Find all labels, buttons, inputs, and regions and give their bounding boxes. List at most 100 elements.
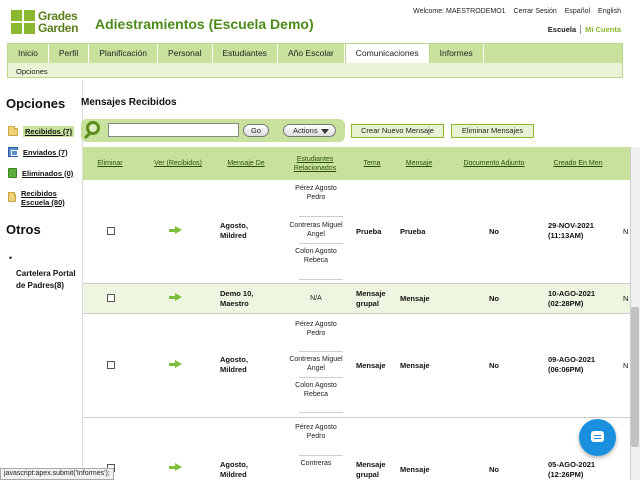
divider <box>299 455 343 456</box>
col-eliminar[interactable]: Eliminar <box>89 147 131 180</box>
gradesgarden-logo[interactable]: Grades Garden <box>11 10 81 36</box>
status-bar: javascript:apex.submit('Informes'); <box>0 468 114 480</box>
attachment-cell: No <box>489 227 499 236</box>
sidebar-item-label: Recibidos (7) <box>23 126 75 137</box>
logo-text: Grades Garden <box>38 9 79 35</box>
search-icon[interactable] <box>86 121 100 135</box>
school-title: Adiestramientos (Escuela Demo) <box>95 16 314 32</box>
created-cell: 29-NOV-2021 (11:13AM) <box>548 221 594 240</box>
scroll-thumb[interactable] <box>631 307 639 447</box>
student-name: Contreras Miguel Angel <box>289 222 343 238</box>
message-cell: Mensaje <box>400 465 430 474</box>
table-row: Agosto, Mildred Pérez Agosto Pedro Contr… <box>83 418 640 480</box>
divider <box>299 377 343 378</box>
sidebar-item-recibidos[interactable]: Recibidos (7) <box>8 125 75 137</box>
sidebar-heading: Opciones <box>6 96 66 111</box>
subnav-opciones[interactable]: Opciones <box>16 67 48 76</box>
actions-menu-button[interactable]: Actions <box>283 124 336 137</box>
delete-checkbox[interactable] <box>107 294 115 302</box>
tab-planificacion[interactable]: Planificación <box>89 44 158 63</box>
page-title: Mensajes Recibidos <box>81 97 177 108</box>
student-name: Pérez Agosto Pedro <box>295 424 337 440</box>
attachment-cell: No <box>489 361 499 370</box>
main-nav: Inicio Perfil Planificación Personal Est… <box>7 43 623 78</box>
divider <box>299 243 343 244</box>
sidebar-item-label: Enviados (7) <box>23 147 68 157</box>
arrow-right-icon[interactable] <box>169 360 182 369</box>
tab-inicio[interactable]: Inicio <box>8 44 49 63</box>
from-cell: Agosto, Mildred <box>220 355 248 374</box>
tab-estudiantes[interactable]: Estudiantes <box>213 44 278 63</box>
col-tema[interactable]: Tema <box>355 147 389 180</box>
student-name: Colon Agosto Rebeca <box>295 382 337 398</box>
welcome-text: Welcome: MAESTRODEMO1 <box>413 8 506 15</box>
created-cell: 09-AGO-2021 (06:06PM) <box>548 355 596 374</box>
vertical-scrollbar[interactable] <box>630 147 640 480</box>
otros-heading: Otros <box>6 222 41 237</box>
col-creado[interactable]: Creado En Men <box>546 147 610 180</box>
cartelera-link[interactable]: Cartelera Portal de Padres(8) <box>16 268 78 292</box>
from-cell: Agosto, Mildred <box>220 221 248 240</box>
arrow-right-icon[interactable] <box>169 226 182 235</box>
sidebar-item-label: Eliminados (0) <box>22 168 74 178</box>
folder-icon <box>8 125 18 136</box>
table-row: Agosto, Mildred Pérez Agosto Pedro Contr… <box>83 314 640 418</box>
from-cell: Agosto, Mildred <box>220 460 248 479</box>
table-row: Agosto, Mildred Pérez Agosto Pedro Contr… <box>83 180 640 284</box>
sidebar-item-eliminados[interactable]: Eliminados (0) <box>8 168 73 178</box>
student-name: Contreras <box>300 460 332 467</box>
col-documento[interactable]: Documento Adjunto <box>451 147 537 180</box>
arrow-right-icon[interactable] <box>169 293 182 302</box>
folder-icon <box>8 192 16 202</box>
created-cell: 10-AGO-2021 (02:28PM) <box>548 289 596 308</box>
divider <box>299 279 343 280</box>
go-button[interactable]: Go <box>243 124 269 137</box>
mi-cuenta-link[interactable]: Mi Cuenta <box>581 25 621 34</box>
search-input[interactable] <box>108 123 239 137</box>
delete-checkbox[interactable] <box>107 361 115 369</box>
truncated-cell: N <box>623 227 629 236</box>
delete-checkbox[interactable] <box>107 227 115 235</box>
from-cell: Demo 10, Maestro <box>220 289 254 308</box>
col-mensaje[interactable]: Mensaje <box>396 147 442 180</box>
actions-label: Actions <box>293 126 318 135</box>
trash-icon <box>8 168 17 178</box>
escuela-link[interactable]: Escuela <box>548 25 582 34</box>
tab-informes[interactable]: Informes <box>430 44 484 63</box>
arrow-right-icon[interactable] <box>169 463 182 472</box>
attachment-cell: No <box>489 465 499 474</box>
sidebar-item-label: Recibidos Escuela (80) <box>20 189 65 207</box>
spanish-link[interactable]: Español <box>565 8 590 15</box>
col-estudiantes[interactable]: Estudiantes Relacionados <box>284 147 346 180</box>
message-cell: Mensaje <box>400 294 430 303</box>
student-name: Contreras Miguel Angel <box>289 356 343 372</box>
sidebar-item-recibidos-escuela[interactable]: Recibidos Escuela (80) <box>8 189 82 207</box>
student-name: N/A <box>310 295 322 302</box>
chat-bubble-icon[interactable] <box>579 419 616 456</box>
student-name: Pérez Agosto Pedro <box>295 185 337 201</box>
sidebar-item-enviados[interactable]: Enviados (7) <box>8 147 68 157</box>
col-mensaje-de[interactable]: Mensaje De <box>221 147 271 180</box>
english-link[interactable]: English <box>598 8 621 15</box>
create-message-button[interactable]: Crear Nuevo Mensaje <box>351 124 444 138</box>
attachment-cell: No <box>489 294 499 303</box>
delete-messages-button[interactable]: Eliminar Mensajes <box>451 124 534 138</box>
col-ver[interactable]: Ver (Recibidos) <box>143 147 213 180</box>
subject-cell: Prueba <box>356 227 382 236</box>
truncated-cell: N <box>623 294 629 303</box>
subject-cell: Mensaje <box>356 361 386 370</box>
tab-perfil[interactable]: Perfil <box>49 44 90 63</box>
list-bullet: • <box>9 253 13 263</box>
message-cell: Prueba <box>400 227 426 236</box>
tab-ano-escolar[interactable]: Año Escolar <box>278 44 345 63</box>
subject-cell: Mensaje grupal <box>356 289 386 308</box>
chevron-down-icon <box>320 128 329 134</box>
tab-comunicaciones[interactable]: Comunicaciones <box>344 44 430 63</box>
sidebar: Opciones Recibidos (7) Enviados (7) Elim… <box>0 80 83 470</box>
tab-personal[interactable]: Personal <box>158 44 213 63</box>
logout-link[interactable]: Cerrar Sesión <box>514 8 557 15</box>
sent-icon <box>8 147 18 157</box>
student-name: Colon Agosto Rebeca <box>295 248 337 264</box>
created-cell: 05-AGO-2021 (12:26PM) <box>548 460 596 479</box>
table-header: Eliminar Ver (Recibidos) Mensaje De Estu… <box>83 147 640 180</box>
